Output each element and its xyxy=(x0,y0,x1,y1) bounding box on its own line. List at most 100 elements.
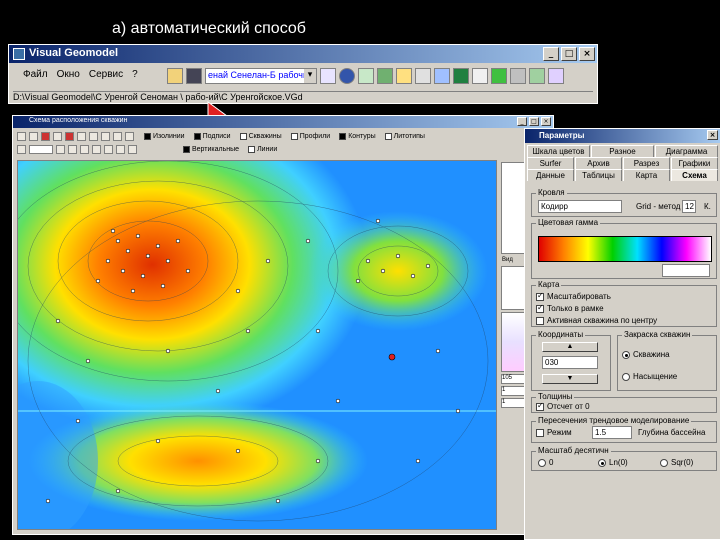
chk-labels[interactable]: Подписи xyxy=(193,133,231,140)
tool-icon[interactable] xyxy=(128,145,137,154)
menu-file[interactable]: Файл xyxy=(23,69,48,80)
map-toolbar: Изолинии Подписи Скважины Профили Контур… xyxy=(17,130,549,158)
params-title-bar[interactable]: Параметры × xyxy=(525,129,720,143)
tab-color-scale[interactable]: Шкала цветов xyxy=(527,145,590,157)
chk-wells[interactable]: Скважины xyxy=(239,133,282,140)
tool-icon[interactable] xyxy=(17,132,26,141)
color-swatch[interactable] xyxy=(662,264,710,277)
tab-diagram[interactable]: Диаграмма xyxy=(655,145,718,157)
cb-autoscale[interactable]: Масштабировать xyxy=(536,291,611,301)
tool-icon[interactable] xyxy=(113,132,122,141)
tab-graphs[interactable]: Графики xyxy=(671,157,718,169)
trend-group: Пересечения трендовое моделирование Режи… xyxy=(531,416,717,443)
map-minimize-button[interactable]: _ xyxy=(517,117,527,126)
cb-mode[interactable]: Режим xyxy=(536,428,572,437)
thickness-group: Толщины Отсчет от 0 xyxy=(531,392,717,413)
map-maximize-button[interactable]: □ xyxy=(529,117,539,126)
map-title-bar[interactable]: Схема расположения скважин _ □ × xyxy=(13,116,553,128)
contour-map[interactable] xyxy=(17,160,497,530)
cube-icon[interactable] xyxy=(510,68,526,84)
rb-scale-0[interactable]: 0 xyxy=(538,458,553,467)
tool-icon[interactable] xyxy=(53,132,62,141)
rb-fill-saturation[interactable]: Насыщение xyxy=(622,372,677,381)
rb-scale-sqr[interactable]: Sqr(0) xyxy=(660,458,693,467)
tool-icon[interactable] xyxy=(101,132,110,141)
chk-profiles[interactable]: Профили xyxy=(290,133,330,140)
menu-service[interactable]: Сервис xyxy=(89,69,123,80)
tool-icon[interactable] xyxy=(29,145,53,154)
menu-window[interactable]: Окно xyxy=(57,69,80,80)
tool-icon[interactable] xyxy=(77,132,86,141)
coord-down-button[interactable]: ▼ xyxy=(542,374,598,384)
model-icon[interactable] xyxy=(491,68,507,84)
chart-icon[interactable] xyxy=(320,68,336,84)
table-icon[interactable] xyxy=(453,68,469,84)
tool-icon[interactable] xyxy=(116,145,125,154)
tool-icon[interactable] xyxy=(68,145,77,154)
chk-contours[interactable]: Контуры xyxy=(339,133,376,140)
tool-icon[interactable] xyxy=(125,132,134,141)
chk-lithotypes[interactable]: Литотипы xyxy=(384,133,425,140)
app-logo-icon xyxy=(13,48,25,60)
open-icon[interactable] xyxy=(167,68,183,84)
app-title-bar[interactable]: Visual Geomodel _ □ × xyxy=(9,45,597,63)
tab-misc[interactable]: Разное xyxy=(591,145,654,157)
tool-icon[interactable] xyxy=(17,145,26,154)
close-button[interactable]: × xyxy=(579,47,595,61)
project-combo[interactable]: енай Сенелан-Б рабочий xyxy=(205,68,317,84)
tool-icon[interactable] xyxy=(104,145,113,154)
map-icon[interactable] xyxy=(396,68,412,84)
coord-up-button[interactable]: ▲ xyxy=(542,342,598,352)
section-icon[interactable] xyxy=(472,68,488,84)
menu-help[interactable]: ? xyxy=(132,69,138,80)
rb-fill-well[interactable]: Скважина xyxy=(622,350,670,359)
coords-group: Координаты ▲ 030 ▼ xyxy=(531,330,611,391)
cb-active-center[interactable]: Активная скважина по центру xyxy=(536,316,657,325)
cb-only-frame[interactable]: Только в рамке xyxy=(536,303,604,313)
params-close-button[interactable]: × xyxy=(707,130,718,140)
chk-lines[interactable]: Линии xyxy=(248,146,277,153)
tool-icon[interactable] xyxy=(92,145,101,154)
tab-surfer[interactable]: Surfer xyxy=(527,157,574,169)
grid-method-label: Grid - метод xyxy=(636,202,681,211)
roof-group: Кровля Кодирр Grid - метод 12 К. xyxy=(531,188,717,217)
menu-bar: Файл Окно Сервис ? xyxy=(23,69,138,80)
tab-section[interactable]: Разрез xyxy=(623,157,670,169)
tool-icon[interactable] xyxy=(29,132,38,141)
chk-vertical[interactable]: Вертикальные xyxy=(183,146,239,153)
palette-group: Цветовая гамма xyxy=(531,218,717,279)
tool-icon[interactable] xyxy=(56,145,65,154)
profile-icon[interactable] xyxy=(434,68,450,84)
coord-input[interactable]: 030 xyxy=(542,356,598,369)
map-title: Схема расположения скважин xyxy=(29,117,128,124)
maximize-button[interactable]: □ xyxy=(561,47,577,61)
roof-select[interactable]: Кодирр xyxy=(538,200,622,213)
app-title: Visual Geomodel xyxy=(29,47,119,59)
tab-scheme[interactable]: Схема xyxy=(671,169,718,181)
tab-map[interactable]: Карта xyxy=(623,169,670,181)
map-window: Схема расположения скважин _ □ × Изолини… xyxy=(12,115,554,535)
map-close-button[interactable]: × xyxy=(541,117,551,126)
save-icon[interactable] xyxy=(186,68,202,84)
slide-title: а) автоматический способ xyxy=(112,20,306,37)
chk-isolines[interactable]: Изолинии xyxy=(144,133,185,140)
tool-icon[interactable] xyxy=(65,132,74,141)
tool-icon[interactable] xyxy=(80,145,89,154)
minimize-button[interactable]: _ xyxy=(543,47,559,61)
tab-tables[interactable]: Таблицы xyxy=(575,169,622,181)
settings-icon[interactable] xyxy=(529,68,545,84)
color-spectrum[interactable] xyxy=(538,236,712,262)
cb-thick-zero[interactable]: Отсчет от 0 xyxy=(536,401,590,411)
tab-archive[interactable]: Архив xyxy=(575,157,622,169)
tab-data[interactable]: Данные xyxy=(527,169,574,181)
well-icon[interactable] xyxy=(415,68,431,84)
tool-icon[interactable] xyxy=(41,132,50,141)
trend-input[interactable]: 1.5 xyxy=(592,426,632,439)
report-icon[interactable] xyxy=(548,68,564,84)
grid-icon[interactable] xyxy=(358,68,374,84)
grid-num-input[interactable]: 12 xyxy=(682,200,696,213)
layers-icon[interactable] xyxy=(377,68,393,84)
tool-icon[interactable] xyxy=(89,132,98,141)
rb-scale-ln[interactable]: Ln(0) xyxy=(598,458,628,467)
globe-icon[interactable] xyxy=(339,68,355,84)
